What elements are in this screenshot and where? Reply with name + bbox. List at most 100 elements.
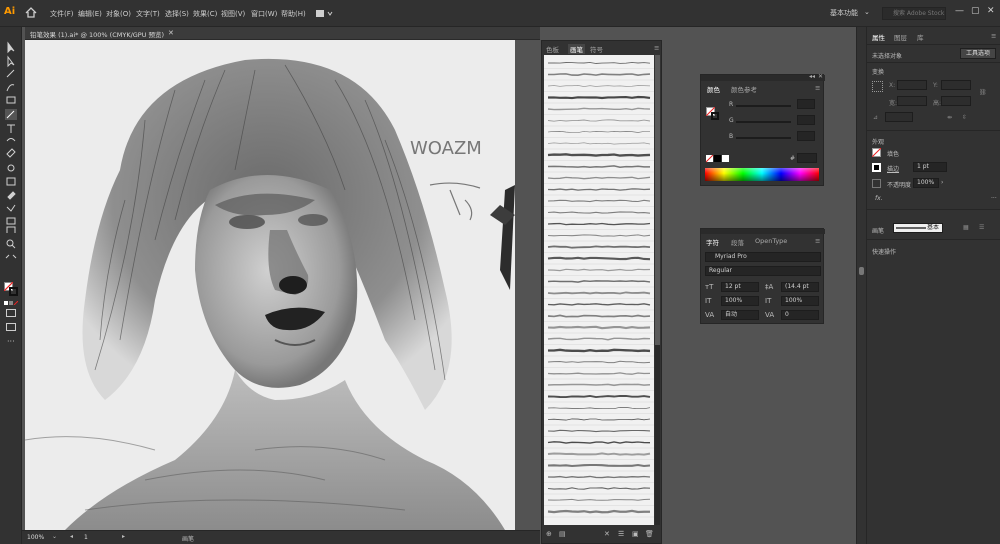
maximize-button[interactable]: ▢: [971, 6, 980, 16]
hex-field[interactable]: [797, 153, 817, 163]
artboard-next-icon[interactable]: ▸: [122, 533, 125, 540]
brush-stroke-sample[interactable]: [544, 372, 654, 380]
width-field[interactable]: [897, 96, 927, 106]
brush-stroke-sample[interactable]: [544, 406, 654, 414]
panel-menu-icon[interactable]: ≡: [815, 84, 820, 92]
brush-stroke-sample[interactable]: [544, 73, 654, 81]
close-button[interactable]: ✕: [987, 6, 995, 16]
brush-list[interactable]: [544, 55, 654, 525]
brush-options-icon[interactable]: ☰: [979, 224, 984, 231]
vertical-scale-field[interactable]: 100%: [721, 296, 759, 306]
brush-stroke-sample[interactable]: [544, 142, 654, 150]
tab-color[interactable]: 颜色: [707, 84, 720, 94]
menu-type[interactable]: 文字(T): [136, 9, 160, 19]
kerning-field[interactable]: 自动: [721, 310, 759, 320]
brush-stroke-sample[interactable]: [544, 234, 654, 242]
tab-character[interactable]: 字符: [706, 237, 719, 247]
panel-menu-icon[interactable]: ≡: [654, 44, 659, 52]
tracking-field[interactable]: 0: [781, 310, 819, 320]
tab-symbols[interactable]: 符号: [590, 44, 603, 54]
brush-stroke-sample[interactable]: [544, 463, 654, 472]
brush-stroke-sample[interactable]: [544, 303, 654, 311]
tab-paragraph[interactable]: 段落: [731, 237, 744, 247]
brush-stroke-sample[interactable]: [544, 441, 654, 449]
leading-field[interactable]: (14.4 pt: [781, 282, 819, 292]
rotate-icon[interactable]: ⊿: [873, 114, 878, 121]
brush-stroke-sample[interactable]: [544, 119, 654, 127]
brush-list-scrollbar[interactable]: [655, 55, 660, 525]
brush-stroke-sample[interactable]: [544, 107, 654, 115]
more-options-icon[interactable]: ···: [991, 195, 997, 202]
color-mode-buttons[interactable]: [4, 299, 19, 306]
rotate-field[interactable]: [885, 112, 913, 122]
brush-stroke-sample[interactable]: [544, 245, 654, 253]
brush-definition-field[interactable]: 基本: [893, 223, 943, 233]
brush-stroke-sample[interactable]: [544, 280, 654, 288]
dock-scrollbar[interactable]: [859, 267, 864, 275]
artboard-number[interactable]: 1: [84, 534, 88, 541]
panel-title-bar[interactable]: [701, 229, 825, 234]
brush-stroke-sample[interactable]: [544, 383, 654, 391]
fill-swatch[interactable]: [872, 148, 881, 157]
tab-color-guide[interactable]: 颜色参考: [731, 84, 757, 94]
brush-stroke-sample[interactable]: [544, 452, 654, 460]
search-stock-input[interactable]: 搜索 Adobe Stock: [882, 7, 946, 20]
stroke-weight-field[interactable]: 1 pt: [913, 162, 947, 172]
menu-help[interactable]: 帮助(H): [281, 9, 306, 19]
panel-menu-icon[interactable]: ≡: [991, 32, 996, 40]
panel-menu-icon[interactable]: ≡: [815, 237, 820, 245]
menu-edit[interactable]: 编辑(E): [78, 9, 102, 19]
g-slider[interactable]: [736, 121, 791, 123]
brush-stroke-sample[interactable]: [544, 153, 654, 161]
reference-point-icon[interactable]: [872, 81, 883, 92]
opacity-arrow-icon[interactable]: ›: [941, 179, 943, 186]
menu-window[interactable]: 窗口(W): [251, 9, 277, 19]
brush-stroke-sample[interactable]: [544, 165, 654, 173]
new-brush-icon[interactable]: ▣: [632, 530, 639, 538]
brush-stroke-sample[interactable]: [544, 85, 654, 92]
brush-stroke-sample[interactable]: [544, 337, 654, 345]
close-tab-icon[interactable]: ✕: [168, 29, 174, 37]
brush-stroke-sample[interactable]: [544, 348, 654, 357]
r-slider[interactable]: [736, 105, 791, 107]
brush-stroke-sample[interactable]: [544, 61, 654, 69]
brush-stroke-sample[interactable]: [544, 509, 654, 518]
fill-stroke-swatches[interactable]: [4, 282, 18, 296]
flip-horizontal-icon[interactable]: ⇹: [947, 114, 952, 121]
tab-libraries[interactable]: 库: [917, 32, 924, 42]
menu-file[interactable]: 文件(F): [50, 9, 74, 19]
color-spectrum[interactable]: [705, 168, 819, 181]
brush-stroke-sample[interactable]: [544, 475, 654, 483]
tab-layers[interactable]: 图层: [894, 32, 907, 42]
font-style-field[interactable]: Regular: [705, 266, 821, 276]
close-icon[interactable]: ✕: [818, 73, 823, 80]
flip-vertical-icon[interactable]: ⇳: [962, 114, 967, 121]
document-tab[interactable]: 铅笔效果 (1).ai* @ 100% (CMYK/GPU 预览) ✕: [25, 27, 540, 40]
brush-stroke-sample[interactable]: [544, 314, 654, 322]
workspace-switcher[interactable]: 基本功能: [830, 8, 858, 18]
brush-stroke-sample[interactable]: [544, 394, 654, 403]
fx-label[interactable]: fx.: [875, 195, 883, 202]
brush-stroke-sample[interactable]: [544, 130, 654, 138]
brush-stroke-sample[interactable]: [544, 418, 654, 426]
brush-stroke-sample[interactable]: [544, 360, 654, 368]
brush-stroke-sample[interactable]: [544, 291, 654, 299]
draw-mode-icon[interactable]: [6, 309, 16, 317]
brush-libraries-icon[interactable]: ▦: [963, 224, 969, 231]
y-field[interactable]: [941, 80, 971, 90]
brush-options-icon[interactable]: ☰: [618, 530, 624, 538]
tab-swatches[interactable]: 色板: [546, 44, 559, 54]
font-family-field[interactable]: Myriad Pro: [705, 252, 821, 262]
delete-brush-icon[interactable]: 🗑: [645, 530, 654, 538]
fill-stroke-indicator[interactable]: [706, 107, 719, 120]
brush-stroke-sample[interactable]: [544, 256, 654, 265]
remove-stroke-icon[interactable]: ✕: [604, 530, 610, 538]
brush-stroke-sample[interactable]: [544, 429, 654, 437]
brush-stroke-sample[interactable]: [544, 176, 654, 184]
b-value-field[interactable]: [797, 131, 815, 141]
brush-stroke-sample[interactable]: [544, 498, 654, 506]
menu-select[interactable]: 选择(S): [165, 9, 189, 19]
brush-stroke-sample[interactable]: [544, 211, 654, 219]
brush-stroke-sample[interactable]: [544, 95, 654, 104]
zoom-dropdown-icon[interactable]: ⌄: [52, 533, 57, 540]
